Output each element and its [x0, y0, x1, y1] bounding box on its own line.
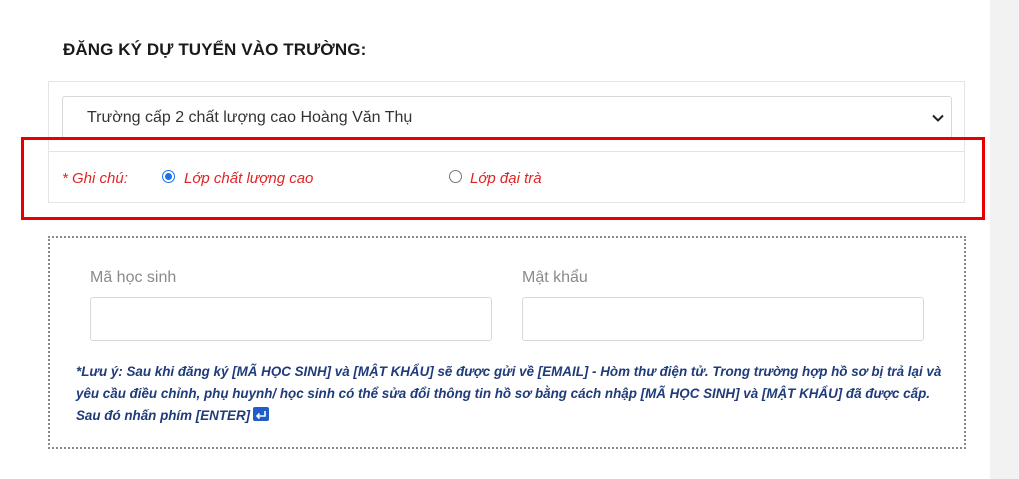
enter-key-icon: [253, 407, 270, 421]
school-select[interactable]: Trường cấp 2 chất lượng cao Hoàng Văn Th…: [62, 96, 952, 140]
note-label: * Ghi chú:: [62, 170, 128, 187]
password-label: Mật khẩu: [522, 269, 588, 286]
school-select-value: Trường cấp 2 chất lượng cao Hoàng Văn Th…: [87, 109, 413, 126]
notice-text: *Lưu ý: Sau khi đăng ký [MÃ HỌC SINH] và…: [76, 364, 942, 423]
class-type-row: * Ghi chú: Lớp chất lượng cao Lớp đại tr…: [48, 151, 965, 203]
password-input[interactable]: [522, 297, 924, 341]
chevron-down-icon: [932, 114, 944, 122]
registration-card: ĐĂNG KÝ DỰ TUYỂN VÀO TRƯỜNG: Trường cấp …: [0, 0, 990, 479]
radio-regular-class[interactable]: [449, 170, 462, 183]
radio-label-regular-class[interactable]: Lớp đại trà: [470, 170, 542, 187]
login-box: Mã học sinh Mật khẩu *Lưu ý: Sau khi đăn…: [48, 236, 966, 449]
school-select-container: Trường cấp 2 chất lượng cao Hoàng Văn Th…: [48, 81, 965, 151]
notice-text-container: *Lưu ý: Sau khi đăng ký [MÃ HỌC SINH] và…: [76, 361, 946, 427]
student-id-input[interactable]: [90, 297, 492, 341]
radio-high-quality-class[interactable]: [162, 170, 175, 183]
student-id-label: Mã học sinh: [90, 269, 177, 286]
section-title: ĐĂNG KÝ DỰ TUYỂN VÀO TRƯỜNG:: [63, 40, 367, 59]
radio-label-high-quality-class[interactable]: Lớp chất lượng cao: [184, 170, 313, 187]
